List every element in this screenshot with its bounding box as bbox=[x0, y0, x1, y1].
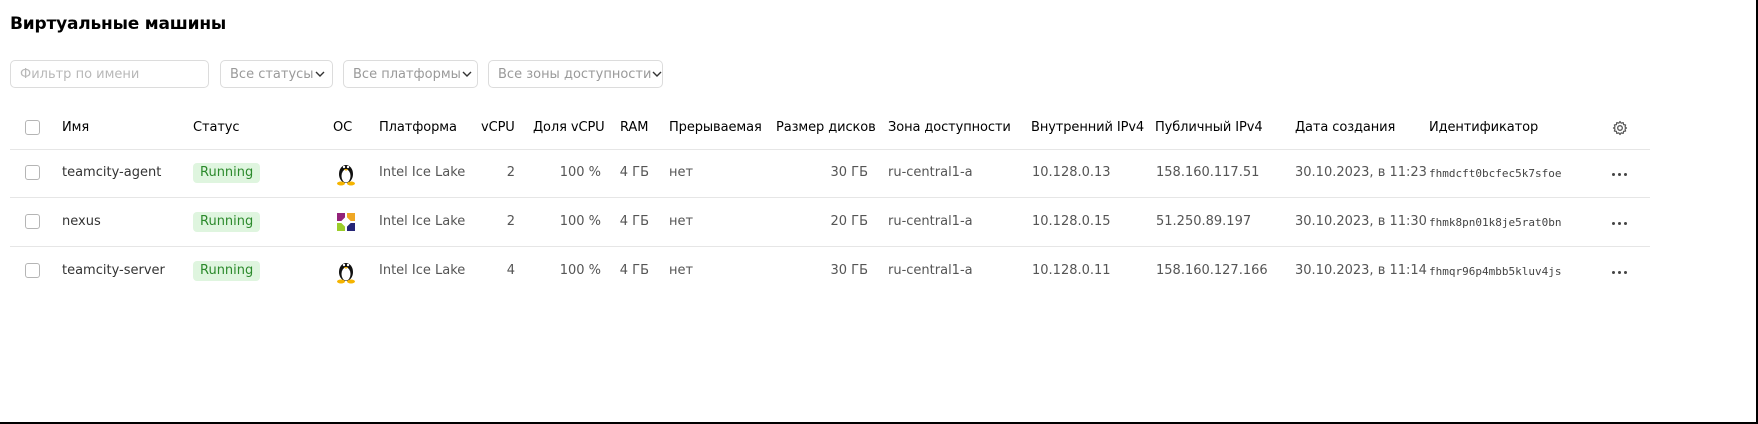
vm-internal-ip: 10.128.0.11 bbox=[1032, 263, 1111, 278]
vm-vcpu-share: 100 % bbox=[559, 214, 601, 229]
page-title: Виртуальные машины bbox=[10, 14, 227, 34]
vm-vcpu-share: 100 % bbox=[559, 263, 601, 278]
row-checkbox[interactable] bbox=[25, 214, 40, 229]
vm-preemptible: нет bbox=[669, 165, 694, 180]
vm-zone: ru-central1-a bbox=[888, 263, 973, 278]
vm-preemptible: нет bbox=[669, 263, 694, 278]
gear-icon[interactable] bbox=[1612, 120, 1628, 136]
row-actions-menu[interactable] bbox=[1612, 220, 1630, 226]
header-os[interactable]: ОС bbox=[333, 120, 352, 136]
vm-disk-size: 30 ГБ bbox=[830, 263, 868, 278]
vm-public-ip: 158.160.127.166 bbox=[1156, 263, 1268, 278]
vm-internal-ip: 10.128.0.13 bbox=[1032, 165, 1111, 180]
vm-name[interactable]: teamcity-server bbox=[62, 263, 165, 279]
select-all-checkbox[interactable] bbox=[25, 120, 40, 135]
status-select[interactable]: Все статусы bbox=[220, 60, 333, 88]
vm-ram: 4 ГБ bbox=[619, 214, 649, 229]
header-vcpu[interactable]: vCPU bbox=[481, 120, 515, 136]
vm-created: 30.10.2023, в 11:14 bbox=[1295, 263, 1427, 278]
status-badge: Running bbox=[193, 261, 261, 281]
status-badge: Running bbox=[193, 163, 261, 183]
vm-ram: 4 ГБ bbox=[619, 165, 649, 180]
header-preemptible[interactable]: Прерываемая bbox=[669, 120, 762, 136]
row-checkbox[interactable] bbox=[25, 263, 40, 278]
header-disk-size[interactable]: Размер дисков bbox=[776, 120, 876, 136]
vm-vcpu-share: 100 % bbox=[559, 165, 601, 180]
zone-select[interactable]: Все зоны доступности bbox=[488, 60, 663, 88]
header-name[interactable]: Имя bbox=[62, 120, 89, 136]
vm-id: fhmk8pn01k8je5rat0bn bbox=[1429, 216, 1562, 229]
status-badge: Running bbox=[193, 212, 261, 232]
linux-tux-icon bbox=[334, 160, 358, 186]
vm-platform: Intel Ice Lake bbox=[379, 165, 466, 180]
header-internal-ip[interactable]: Внутренний IPv4 bbox=[1031, 120, 1144, 136]
header-public-ip[interactable]: Публичный IPv4 bbox=[1155, 120, 1263, 136]
vm-internal-ip: 10.128.0.15 bbox=[1032, 214, 1111, 229]
platform-select-label: Все платформы bbox=[353, 66, 461, 82]
vm-public-ip: 158.160.117.51 bbox=[1156, 165, 1260, 180]
vm-name[interactable]: nexus bbox=[62, 214, 101, 230]
status-select-label: Все статусы bbox=[230, 66, 314, 82]
name-filter-input[interactable] bbox=[10, 60, 209, 88]
row-actions-menu[interactable] bbox=[1612, 269, 1630, 275]
vm-id: fhmqr96p4mbb5kluv4js bbox=[1429, 265, 1562, 278]
vm-zone: ru-central1-a bbox=[888, 165, 973, 180]
vm-public-ip: 51.250.89.197 bbox=[1156, 214, 1252, 229]
platform-select[interactable]: Все платформы bbox=[343, 60, 478, 88]
header-created[interactable]: Дата создания bbox=[1295, 120, 1395, 136]
header-ram[interactable]: RAM bbox=[620, 120, 648, 136]
header-platform[interactable]: Платформа bbox=[379, 120, 457, 136]
chevron-down-icon bbox=[314, 68, 326, 80]
zone-select-label: Все зоны доступности bbox=[498, 66, 652, 82]
vm-vcpu: 4 bbox=[506, 263, 515, 278]
vm-platform: Intel Ice Lake bbox=[379, 214, 466, 229]
header-status[interactable]: Статус bbox=[193, 120, 240, 136]
row-checkbox[interactable] bbox=[25, 165, 40, 180]
header-id[interactable]: Идентификатор bbox=[1429, 120, 1538, 136]
vm-ram: 4 ГБ bbox=[619, 263, 649, 278]
vm-platform: Intel Ice Lake bbox=[379, 263, 466, 278]
row-actions-menu[interactable] bbox=[1612, 171, 1630, 177]
linux-tux-icon bbox=[334, 258, 358, 284]
chevron-down-icon bbox=[651, 68, 663, 80]
row-divider bbox=[10, 197, 1650, 198]
vm-created: 30.10.2023, в 11:30 bbox=[1295, 214, 1427, 229]
vm-name[interactable]: teamcity-agent bbox=[62, 165, 161, 181]
row-divider bbox=[10, 246, 1650, 247]
vm-vcpu: 2 bbox=[506, 165, 515, 180]
vm-id: fhmdcft0bcfec5k7sfoe bbox=[1429, 167, 1562, 180]
vm-disk-size: 30 ГБ bbox=[830, 165, 868, 180]
vm-preemptible: нет bbox=[669, 214, 694, 229]
header-vcpu-share[interactable]: Доля vCPU bbox=[533, 120, 605, 136]
vm-disk-size: 20 ГБ bbox=[830, 214, 868, 229]
vm-created: 30.10.2023, в 11:23 bbox=[1295, 165, 1427, 180]
centos-icon bbox=[334, 209, 358, 235]
vm-zone: ru-central1-a bbox=[888, 214, 973, 229]
header-zone[interactable]: Зона доступности bbox=[888, 120, 1011, 136]
chevron-down-icon bbox=[461, 68, 473, 80]
row-divider bbox=[10, 149, 1650, 150]
vm-vcpu: 2 bbox=[506, 214, 515, 229]
